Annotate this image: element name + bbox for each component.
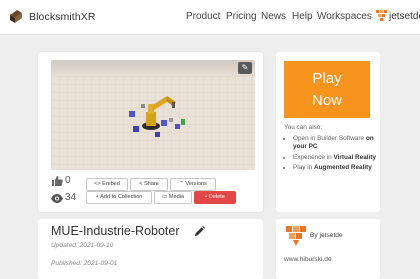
embed-button[interactable]: <> Embed <box>86 178 128 191</box>
nav-user-account[interactable]: jetsetde <box>389 11 420 22</box>
author-name[interactable]: By jetsetde <box>310 232 343 239</box>
published-date: Published: 2021-09-01 <box>51 260 118 267</box>
delete-button[interactable]: ▪ Delete <box>194 191 236 204</box>
project-title: MUE-Industrie-Roboter <box>51 224 180 238</box>
now-label: Now <box>311 92 342 109</box>
nav-pricing[interactable]: Pricing <box>226 11 257 22</box>
option-augmented-reality[interactable]: Play in Augmented Reality <box>293 164 388 172</box>
thumbs-up-icon <box>52 176 63 186</box>
edit-title-pencil-icon[interactable] <box>194 226 205 237</box>
share-button[interactable]: < Share <box>130 178 168 191</box>
delete-label: Delete <box>208 194 225 200</box>
user-logo-icon[interactable] <box>376 10 388 22</box>
add-to-collection-label: Add to Collection <box>100 194 143 200</box>
add-to-collection-button[interactable]: + Add to Collection <box>86 191 152 204</box>
also-heading: You can also: <box>284 124 323 131</box>
blocksmith-logo-icon[interactable] <box>8 8 24 24</box>
updated-date: Updated: 2021-09-10 <box>51 242 114 249</box>
scene-preview[interactable] <box>51 60 255 170</box>
top-navigation-bar: BlocksmithXR Product Pricing News Help W… <box>0 0 420 35</box>
eye-icon <box>51 194 63 203</box>
option-virtual-reality[interactable]: Experience in Virtual Reality <box>293 154 388 162</box>
author-logo-icon[interactable] <box>284 224 308 248</box>
likes-count: 0 <box>65 175 71 186</box>
views-count: 34 <box>65 192 77 203</box>
nav-news[interactable]: News <box>261 11 286 22</box>
versions-label: Versions <box>185 181 207 187</box>
nav-workspaces[interactable]: Workspaces <box>317 11 372 22</box>
media-icon: ▭ <box>161 194 169 200</box>
scene-preview-image <box>51 60 255 170</box>
embed-label: Embed <box>102 181 120 187</box>
option-open-in-builder[interactable]: Open in Builder Software on your PC <box>293 135 388 152</box>
author-website-link[interactable]: www.hiburski.de <box>284 256 332 263</box>
nav-product[interactable]: Product <box>186 11 220 22</box>
media-button[interactable]: ▭ Media <box>154 191 192 204</box>
play-label: Play <box>312 70 342 87</box>
versions-button[interactable]: ⌃ Versions <box>170 178 216 191</box>
play-options-list: Open in Builder Software on your PC Expe… <box>284 135 388 175</box>
embed-icon: <> <box>94 181 103 187</box>
nav-help[interactable]: Help <box>292 11 313 22</box>
edit-scene-icon[interactable]: ✎ <box>238 62 252 74</box>
share-label: Share <box>143 181 159 187</box>
brand-name[interactable]: BlocksmithXR <box>29 11 96 23</box>
play-now-button[interactable]: Play Now <box>284 61 370 118</box>
media-label: Media <box>168 194 185 200</box>
